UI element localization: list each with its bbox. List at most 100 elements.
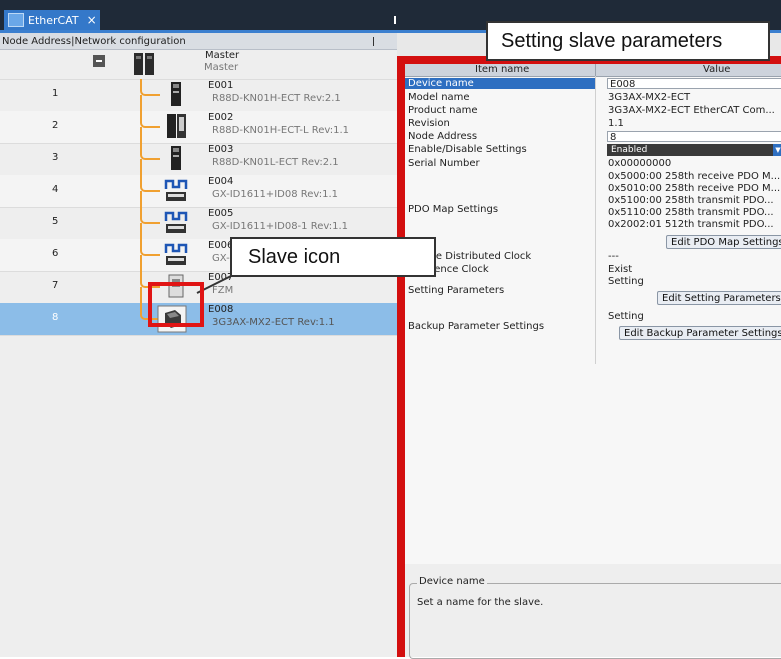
- master-name: Master: [205, 50, 240, 61]
- properties-inner: Item name Value Device name E008 Model n…: [405, 64, 781, 659]
- enable-disable-label: Enable/Disable Settings: [408, 144, 527, 155]
- io-terminal-icon: [164, 179, 188, 201]
- pdo-map-entry: 0x5000:00 258th receive PDO M...: [608, 171, 781, 182]
- slave-icon-highlight: [148, 282, 204, 327]
- io-terminal-icon: [164, 243, 188, 265]
- list-item[interactable]: 3 E003 R88D-KN01L-ECT Rev:2.1: [0, 127, 397, 176]
- distributed-clock-value: ---: [608, 251, 619, 262]
- bus-connector: [140, 223, 160, 256]
- list-item[interactable]: 2 E002 R88D-KN01H-ECT-L Rev:1.1: [0, 95, 397, 144]
- list-item[interactable]: 1 E001 R88D-KN01H-ECT Rev:2.1: [0, 79, 397, 112]
- slave-model: GX-: [212, 253, 230, 264]
- bus-connector: [140, 79, 160, 96]
- node-address: 1: [52, 88, 59, 99]
- collapse-icon[interactable]: [93, 55, 105, 67]
- io-terminal-icon: [164, 211, 188, 233]
- bus-connector: [140, 95, 160, 128]
- bus-connector: [140, 127, 160, 160]
- reference-clock-value: Exist: [608, 264, 633, 275]
- properties-table: Item name Value Device name E008 Model n…: [405, 64, 781, 564]
- slave-model: GX-ID1611+ID08-1 Rev:1.1: [212, 221, 349, 232]
- device-name-label: Device name: [405, 78, 595, 89]
- serial-number-value: 0x00000000: [608, 158, 672, 169]
- model-name-value: 3G3AX-MX2-ECT: [608, 92, 691, 103]
- product-name-label: Product name: [408, 105, 478, 116]
- serial-number-label: Serial Number: [408, 158, 480, 169]
- servo-drive-icon: [167, 114, 186, 138]
- column-separator: [595, 76, 596, 364]
- slave-model: R88D-KN01H-ECT-L Rev:1.1: [212, 125, 350, 136]
- slave-model: R88D-KN01L-ECT Rev:2.1: [212, 157, 339, 168]
- node-address-input[interactable]: 8: [607, 131, 781, 143]
- master-sub: Master: [204, 62, 239, 73]
- header-item-name: Item name: [475, 64, 530, 75]
- pdo-map-entry: 0x2002:01 512th transmit PDO...: [608, 219, 774, 230]
- pdo-map-entry: 0x5110:00 258th transmit PDO...: [608, 207, 774, 218]
- master-row[interactable]: Master Master: [0, 50, 397, 80]
- tab-label: EtherCAT: [28, 13, 79, 27]
- description-text: Set a name for the slave.: [417, 597, 544, 608]
- network-configuration-panel: Node Address|Network configuration Maste…: [0, 33, 397, 657]
- header-separator[interactable]: [595, 64, 596, 76]
- node-address: 4: [52, 184, 59, 195]
- enable-disable-select[interactable]: Enabled ▼: [607, 144, 781, 156]
- slave-model: R88D-KN01H-ECT Rev:2.1: [212, 93, 341, 104]
- enable-disable-value: Enabled: [611, 145, 648, 155]
- model-name-label: Model name: [408, 92, 470, 103]
- column-header: Node Address|Network configuration: [0, 33, 397, 50]
- slave-name: E004: [208, 176, 234, 187]
- description-title: Device name: [417, 576, 487, 587]
- slave-name: E008: [208, 304, 234, 315]
- node-address: 5: [52, 216, 59, 227]
- setting-parameters-label: Setting Parameters: [408, 285, 505, 296]
- servo-drive-icon: [171, 82, 181, 106]
- node-address: 2: [52, 120, 59, 131]
- revision-label: Revision: [408, 118, 450, 129]
- backup-parameters-label: Backup Parameter Settings: [408, 321, 545, 332]
- node-address: 8: [52, 312, 59, 323]
- slave-model: FZM: [212, 285, 234, 296]
- bus-connector: [140, 159, 160, 192]
- list-item[interactable]: 4 E004 GX-ID1611+ID08 Rev:1.1: [0, 159, 397, 208]
- pdo-map-entry: 0x5010:00 258th receive PDO M...: [608, 183, 781, 194]
- column-splitter[interactable]: [373, 37, 374, 46]
- column-header-label: Node Address|Network configuration: [2, 36, 186, 47]
- header-value: Value: [703, 64, 731, 75]
- description-box: [409, 583, 781, 659]
- slave-name: E003: [208, 144, 234, 155]
- backup-parameters-value: Setting: [608, 311, 644, 322]
- product-name-value: 3G3AX-MX2-ECT EtherCAT Com...: [608, 105, 775, 116]
- node-address: 6: [52, 248, 59, 259]
- table-header: Item name Value: [405, 64, 781, 77]
- chevron-down-icon[interactable]: ▼: [773, 144, 781, 156]
- slave-model: GX-ID1611+ID08 Rev:1.1: [212, 189, 339, 200]
- node-address: 3: [52, 152, 59, 163]
- list-item[interactable]: 5 E005 GX-ID1611+ID08-1 Rev:1.1: [0, 191, 397, 240]
- close-icon[interactable]: ×: [87, 13, 97, 27]
- pdo-map-label: PDO Map Settings: [408, 204, 499, 215]
- servo-drive-icon: [171, 146, 181, 170]
- slave-name: E002: [208, 112, 234, 123]
- properties-panel: Item name Value Device name E008 Model n…: [397, 33, 781, 659]
- pdo-map-entry: 0x5100:00 258th transmit PDO...: [608, 195, 774, 206]
- tab-ethercat[interactable]: EtherCAT ×: [4, 10, 100, 30]
- divider: [394, 16, 396, 24]
- slave-model: 3G3AX-MX2-ECT Rev:1.1: [212, 317, 335, 328]
- bus-connector: [140, 191, 160, 224]
- revision-value: 1.1: [608, 118, 624, 129]
- edit-setting-parameters-button[interactable]: Edit Setting Parameters: [657, 291, 781, 305]
- node-address: 7: [52, 280, 59, 291]
- setting-parameters-value: Setting: [608, 276, 644, 287]
- node-address-label: Node Address: [408, 131, 478, 142]
- callout-slave-icon: Slave icon: [230, 237, 436, 277]
- description-group: Device name Set a name for the slave.: [407, 575, 781, 659]
- edit-pdo-map-button[interactable]: Edit PDO Map Settings: [666, 235, 781, 249]
- edit-backup-parameters-button[interactable]: Edit Backup Parameter Settings: [619, 326, 781, 340]
- highlight-frame: Item name Value Device name E008 Model n…: [397, 56, 781, 659]
- slave-name: E005: [208, 208, 234, 219]
- ethercat-tab-icon: [8, 13, 24, 27]
- callout-setting-slave-parameters: Setting slave parameters: [486, 21, 770, 61]
- slave-name: E001: [208, 80, 234, 91]
- master-controller-icon: [134, 53, 154, 75]
- device-name-input[interactable]: E008: [607, 78, 781, 90]
